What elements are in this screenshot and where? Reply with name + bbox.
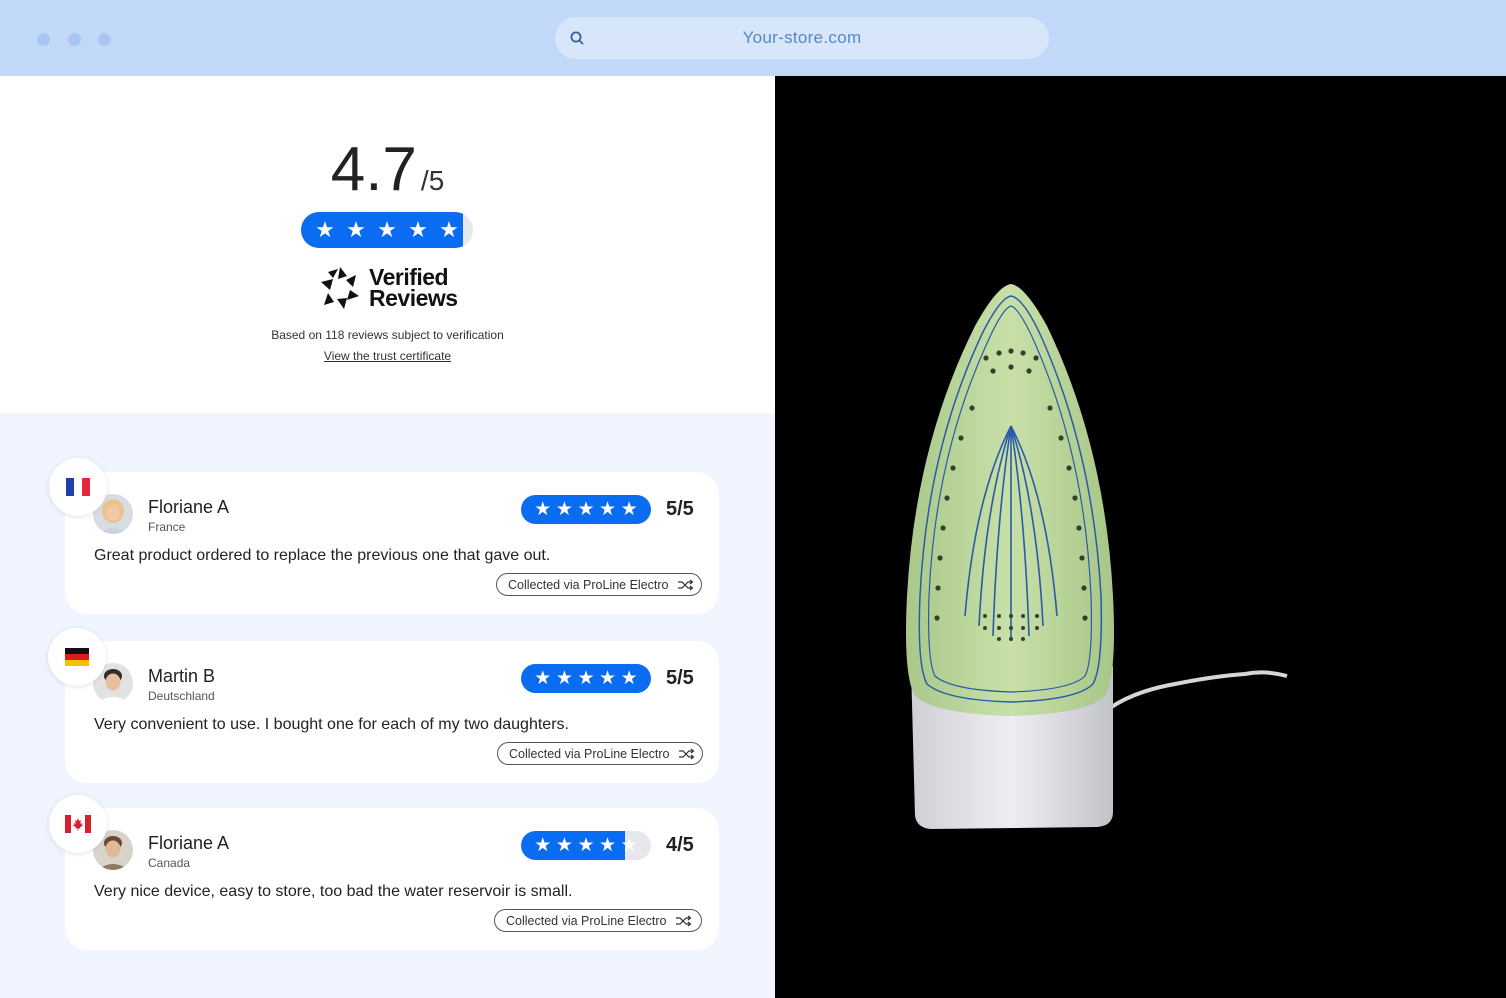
star-icon: ★ [555, 835, 573, 856]
review-star-row: ★ ★ ★ ★ ★ [521, 495, 640, 524]
address-bar[interactable]: Your-store.com [555, 17, 1049, 59]
star-icon: ★ [534, 499, 552, 520]
star-icon: ★ [377, 217, 397, 242]
reviewer-name: Floriane A [148, 833, 230, 853]
reviewer-country: Deutschland [148, 689, 215, 703]
address-url: Your-store.com [742, 28, 862, 47]
germany-flag-icon [65, 648, 89, 666]
overall-star-row: ★ ★ ★ ★ ★ [301, 212, 465, 248]
star-icon: ★ [315, 217, 335, 242]
shuffle-icon [677, 579, 693, 590]
star-icon: ★ [577, 499, 595, 520]
star-icon: ★ [577, 835, 595, 856]
review-card: Martin B Deutschland ★ ★ ★ ★ ★ 5/5 Very conv… [65, 641, 719, 783]
star-icon: ★ [620, 835, 638, 856]
review-star-rating: ★ ★ ★ ★ ★ [521, 664, 651, 693]
review-star-row: ★ ★ ★ ★ ★ [521, 831, 640, 860]
canada-flag-icon [65, 815, 91, 833]
rating-summary: 4.7/5 ★ ★ ★ ★ ★ Verified Reviews Based on 11… [0, 76, 775, 413]
collected-via-label: Collected via ProLine Electro [506, 913, 667, 928]
reviewer-country: France [148, 520, 186, 534]
product-image-panel [775, 76, 1506, 998]
trust-certificate-link[interactable]: View the trust certificate [324, 349, 451, 363]
overall-star-rating: ★ ★ ★ ★ ★ [301, 212, 473, 248]
collected-via-badge[interactable]: Collected via ProLine Electro [497, 742, 703, 765]
window-dot-maximize[interactable] [98, 33, 111, 46]
star-icon: ★ [599, 835, 617, 856]
review-card: Floriane A France ★ ★ ★ ★ ★ 5/5 Great produc… [65, 472, 719, 614]
verified-reviews-wordmark: Verified Reviews [369, 266, 458, 311]
star-icon: ★ [534, 835, 552, 856]
star-icon: ★ [534, 668, 552, 689]
review-text: Great product ordered to replace the pre… [94, 547, 551, 564]
review-score: 4/5 [666, 834, 694, 856]
star-icon: ★ [439, 217, 459, 242]
review-star-rating: ★ ★ ★ ★ ★ [521, 495, 651, 524]
review-score: 5/5 [666, 667, 694, 689]
star-icon: ★ [346, 217, 366, 242]
trust-certificate-row: View the trust certificate [0, 349, 775, 363]
shuffle-icon [675, 915, 691, 926]
window-dot-minimize[interactable] [68, 33, 81, 46]
star-icon: ★ [599, 499, 617, 520]
review-card: Floriane A Canada ★ ★ ★ ★ ★ 4/5 Very nice de… [65, 808, 719, 950]
star-icon: ★ [408, 217, 428, 242]
country-flag-badge [49, 795, 107, 853]
wordmark-line-2: Reviews [369, 285, 458, 311]
country-flag-badge [48, 628, 106, 686]
review-score: 5/5 [666, 498, 694, 520]
collected-via-label: Collected via ProLine Electro [508, 577, 669, 592]
review-star-row: ★ ★ ★ ★ ★ [521, 664, 640, 693]
shuffle-icon [678, 748, 694, 759]
overall-score-value: 4.7 [330, 135, 417, 204]
overall-score-max: /5 [420, 165, 445, 196]
reviewer-name: Martin B [148, 666, 216, 686]
overall-score: 4.7/5 [0, 134, 775, 205]
steam-iron-image [906, 284, 1288, 829]
collected-via-badge[interactable]: Collected via ProLine Electro [496, 573, 702, 596]
france-flag-icon [66, 478, 90, 496]
star-icon: ★ [599, 668, 617, 689]
review-star-rating: ★ ★ ★ ★ ★ [521, 831, 651, 860]
reviewer-name: Floriane A [148, 497, 230, 517]
star-icon: ★ [577, 668, 595, 689]
verified-reviews-logo-icon [321, 267, 359, 309]
review-text: Very convenient to use. I bought one for… [94, 716, 569, 733]
review-text: Very nice device, easy to store, too bad… [94, 883, 573, 900]
star-icon: ★ [555, 668, 573, 689]
reviews-count-text: Based on 118 reviews subject to verifica… [271, 328, 504, 342]
window-dot-close[interactable] [37, 33, 50, 46]
collected-via-badge[interactable]: Collected via ProLine Electro [494, 909, 702, 932]
star-icon: ★ [620, 499, 638, 520]
browser-toolbar: Your-store.com [0, 0, 1506, 76]
country-flag-badge [49, 458, 107, 516]
star-icon: ★ [620, 668, 638, 689]
reviewer-country: Canada [148, 856, 191, 870]
star-icon: ★ [555, 499, 573, 520]
collected-via-label: Collected via ProLine Electro [509, 746, 670, 761]
